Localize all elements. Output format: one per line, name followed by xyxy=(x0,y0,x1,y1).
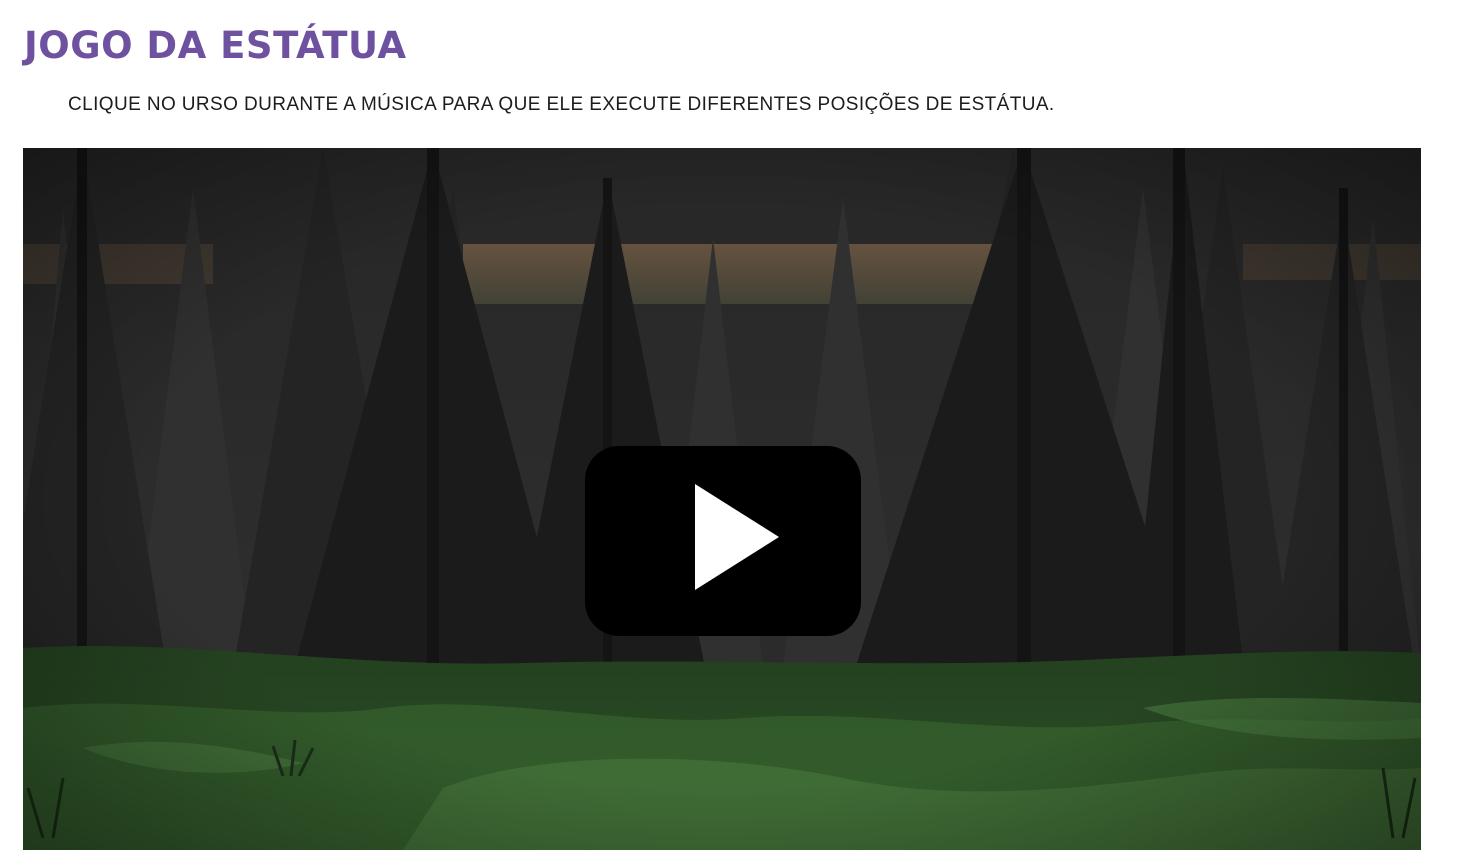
video-player[interactable] xyxy=(23,148,1421,850)
page: JOGO DA ESTÁTUA CLIQUE NO URSO DURANTE A… xyxy=(0,0,1460,850)
game-instructions: CLIQUE NO URSO DURANTE A MÚSICA PARA QUE… xyxy=(68,94,1055,115)
play-icon xyxy=(695,484,779,590)
play-button[interactable] xyxy=(585,446,861,636)
page-title: JOGO DA ESTÁTUA xyxy=(24,24,407,67)
